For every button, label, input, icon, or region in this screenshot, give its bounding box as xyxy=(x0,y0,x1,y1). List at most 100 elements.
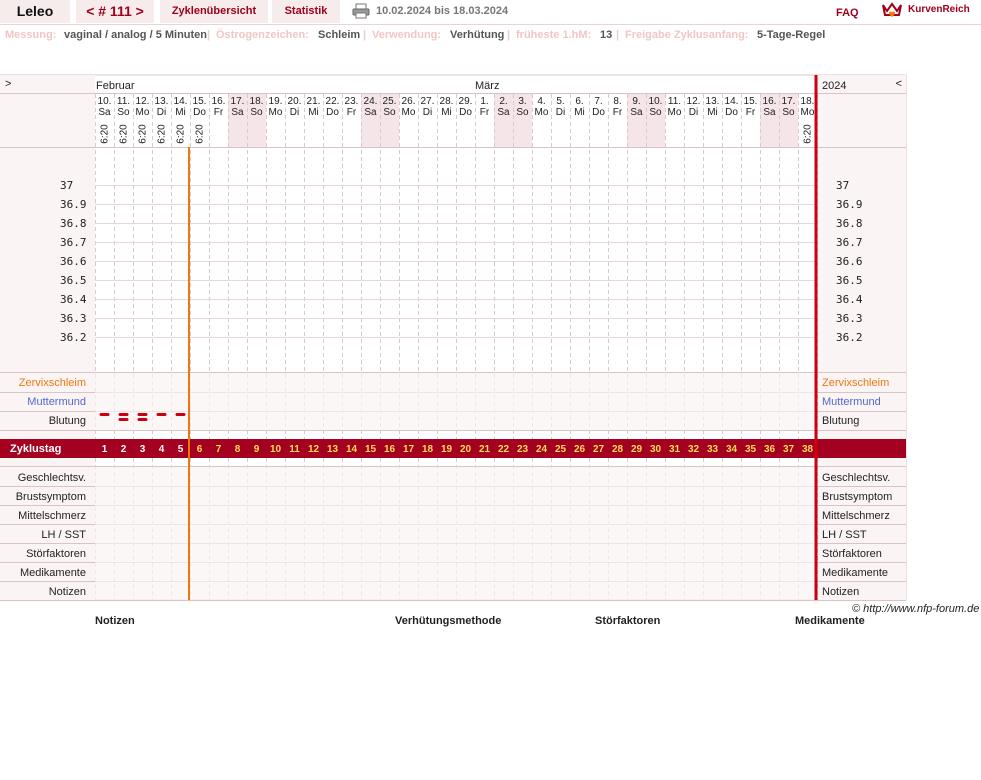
cycle-day-number: 15 xyxy=(365,444,377,455)
date-label: 2. xyxy=(499,96,507,107)
cycle-day-number: 21 xyxy=(479,444,491,455)
weekday-label: So xyxy=(250,107,263,118)
observation-row-label-left: Mittelschmerz xyxy=(18,510,86,522)
cycle-day-number: 9 xyxy=(254,444,260,455)
date-label: 14. xyxy=(725,96,739,107)
symptom-row-bg xyxy=(95,411,817,430)
temp-label-right: 36.2 xyxy=(836,331,863,344)
temp-label-left: 36.9 xyxy=(60,198,87,211)
temp-label-left: 36.6 xyxy=(60,255,87,268)
date-label: 4. xyxy=(537,96,545,107)
weekday-label: So xyxy=(649,107,662,118)
cycle-day-number: 32 xyxy=(688,444,700,455)
weekday-label: Mi xyxy=(175,107,186,118)
cycle-day-number: 29 xyxy=(631,444,643,455)
date-label: 16. xyxy=(212,96,226,107)
cycle-day-number: 34 xyxy=(726,444,738,455)
date-label: 9. xyxy=(632,96,640,107)
weekday-label: So xyxy=(117,107,130,118)
observation-row-bg xyxy=(95,486,817,505)
date-label: 11. xyxy=(117,96,130,107)
observation-row-label-right: Mittelschmerz xyxy=(822,510,890,522)
medication-heading: Medikamente xyxy=(795,615,865,627)
observation-row-bg xyxy=(95,467,817,486)
measurement-time: 6:20 xyxy=(119,124,130,144)
weekday-label: Mo xyxy=(535,107,549,118)
weekday-label: Mo xyxy=(668,107,682,118)
cycle-day-number: 35 xyxy=(745,444,757,455)
cycle-day-number: 36 xyxy=(764,444,776,455)
measurement-time: 6:20 xyxy=(138,124,149,144)
month-label: März xyxy=(475,80,499,92)
date-label: 19. xyxy=(269,96,283,107)
observation-row-label-left: Medikamente xyxy=(20,567,86,579)
bleeding-mark xyxy=(118,418,129,421)
cycle-day-number: 1 xyxy=(102,444,108,455)
cycle-day-number: 31 xyxy=(669,444,681,455)
year-label: 2024 xyxy=(822,80,846,92)
date-label: 10. xyxy=(649,96,663,107)
temp-label-right: 36.9 xyxy=(836,198,863,211)
observation-row-label-left: LH / SST xyxy=(41,529,86,541)
cycle-day-number: 3 xyxy=(140,444,146,455)
observation-row-label-right: Geschlechtsv. xyxy=(822,472,890,484)
date-label: 12. xyxy=(136,96,150,107)
cycle-day-number: 13 xyxy=(327,444,339,455)
measurement-time: 6:20 xyxy=(195,124,206,144)
bleeding-mark xyxy=(118,413,129,416)
temp-label-right: 36.6 xyxy=(836,255,863,268)
weekday-label: Sa xyxy=(98,107,111,118)
cycle-day-number: 28 xyxy=(612,444,624,455)
date-label: 1. xyxy=(480,96,488,107)
weekday-label: Fr xyxy=(480,107,490,118)
symptom-row-label-left: Muttermund xyxy=(27,396,86,408)
date-label: 11. xyxy=(668,96,681,107)
temp-label-right: 36.4 xyxy=(836,293,863,306)
temp-label-right: 37 xyxy=(836,179,849,192)
observation-row-bg xyxy=(95,524,817,543)
observation-row-label-left: Störfaktoren xyxy=(26,548,86,560)
weekday-label: Di xyxy=(556,107,565,118)
temp-label-left: 37 xyxy=(60,179,73,192)
cycle-day-number: 38 xyxy=(802,444,814,455)
observation-row-bg xyxy=(95,543,817,562)
temp-label-right: 36.7 xyxy=(836,236,863,249)
date-label: 6. xyxy=(575,96,583,107)
weekday-label: So xyxy=(516,107,529,118)
notes-heading: Notizen xyxy=(95,615,135,627)
bleeding-mark xyxy=(99,413,110,416)
cycle-chart: > <Februar März 202410.Sa6:2011.So6:2012.Mo… xyxy=(0,74,907,601)
date-label: 18. xyxy=(801,96,815,107)
date-label: 13. xyxy=(155,96,169,107)
date-label: 16. xyxy=(763,96,777,107)
weekday-label: Mi xyxy=(574,107,585,118)
cycle-day-number: 19 xyxy=(441,444,453,455)
weekday-label: Sa xyxy=(497,107,510,118)
observation-row-label-right: Brustsymptom xyxy=(822,491,892,503)
date-label: 12. xyxy=(687,96,701,107)
cycle-day-number: 26 xyxy=(574,444,586,455)
cycle-day-number: 33 xyxy=(707,444,719,455)
temp-label-left: 36.5 xyxy=(60,274,87,287)
date-label: 23. xyxy=(345,96,359,107)
weekday-label: Mo xyxy=(136,107,150,118)
cycle-day-number: 10 xyxy=(270,444,282,455)
symptom-row-label-left: Zervixschleim xyxy=(19,377,86,389)
weekday-label: Fr xyxy=(746,107,756,118)
cycle-day-number: 12 xyxy=(308,444,320,455)
weekday-label: Mi xyxy=(707,107,718,118)
bleeding-mark xyxy=(137,413,148,416)
temp-label-right: 36.8 xyxy=(836,217,863,230)
date-label: 27. xyxy=(421,96,435,107)
cycle-day-number: 14 xyxy=(346,444,358,455)
temp-label-left: 36.8 xyxy=(60,217,87,230)
observation-row-label-left: Notizen xyxy=(49,586,86,598)
observation-row-bg xyxy=(95,505,817,524)
weekday-label: Sa xyxy=(364,107,377,118)
date-label: 8. xyxy=(613,96,621,107)
temp-label-right: 36.3 xyxy=(836,312,863,325)
cycle-day-number: 37 xyxy=(783,444,795,455)
cycle-day-number: 8 xyxy=(235,444,241,455)
date-label: 17. xyxy=(231,96,245,107)
weekday-label: Di xyxy=(423,107,432,118)
